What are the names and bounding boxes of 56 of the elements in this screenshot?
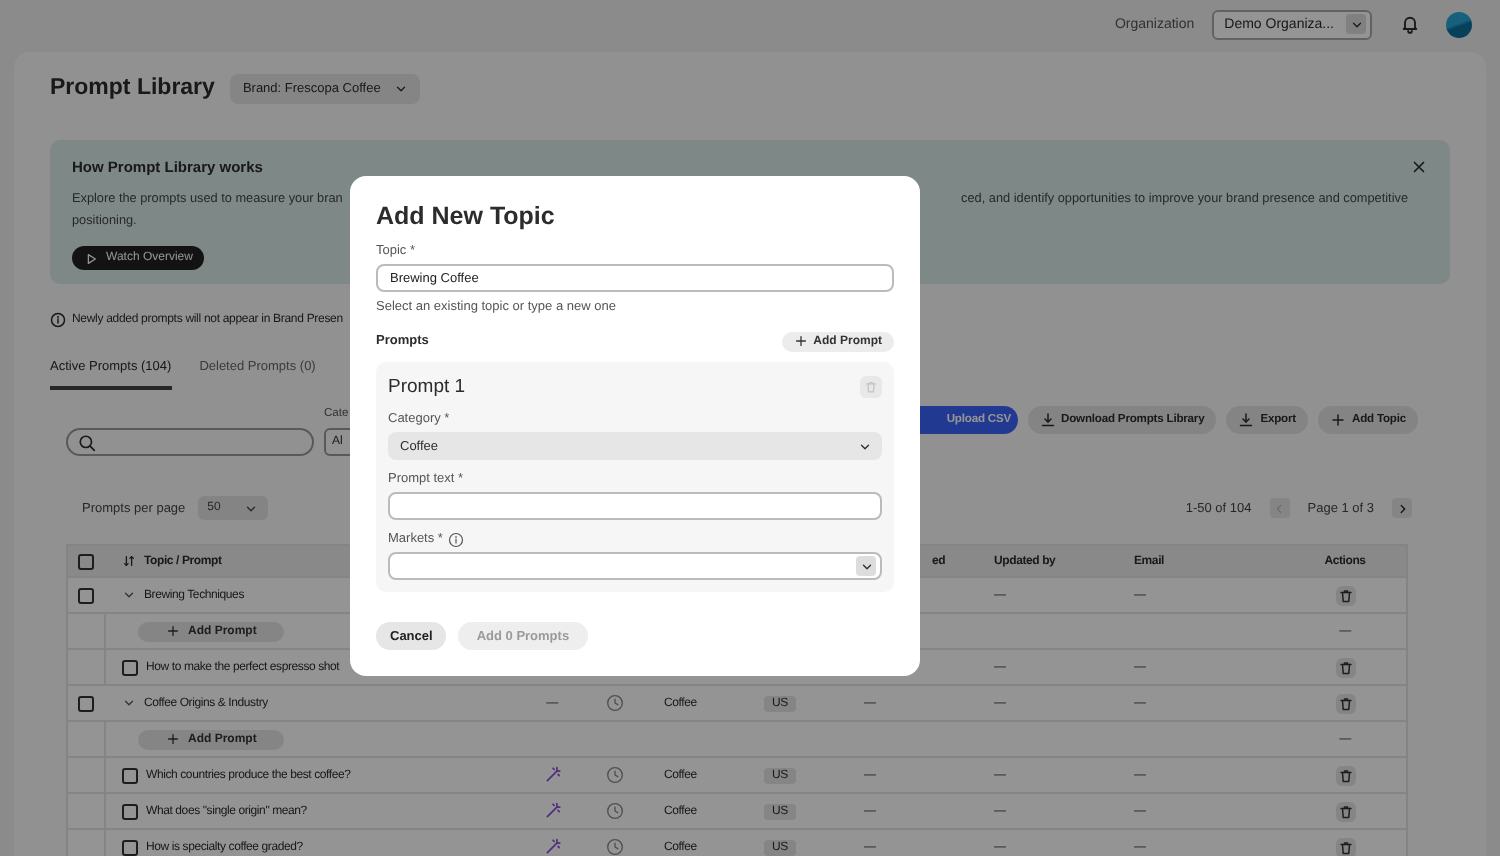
magic-wand-icon <box>543 838 561 856</box>
trash-icon <box>1337 587 1353 603</box>
delete-button[interactable] <box>1335 585 1355 605</box>
chevron-right-icon <box>1395 501 1409 515</box>
prompt-title: Prompt 1 <box>388 376 466 398</box>
search-field[interactable] <box>66 428 314 456</box>
trash-icon <box>1337 839 1353 855</box>
plus-icon <box>166 624 180 638</box>
clock-icon <box>606 694 624 712</box>
notification-bell-icon <box>1400 14 1420 34</box>
search-icon <box>78 433 96 451</box>
dialog-title: Add New Topic <box>376 200 557 232</box>
row-checkbox[interactable] <box>122 659 138 675</box>
plus-icon <box>1329 412 1346 428</box>
trash-icon <box>1337 659 1353 675</box>
chevron-down-icon <box>394 81 409 95</box>
download-icon <box>1238 412 1255 428</box>
play-icon <box>84 251 98 265</box>
user-avatar[interactable] <box>1446 11 1472 37</box>
delete-button[interactable] <box>1335 693 1355 713</box>
select-all-checkbox[interactable] <box>78 553 94 569</box>
delete-button[interactable] <box>1335 657 1355 677</box>
row-checkbox[interactable] <box>122 839 138 855</box>
next-page-button[interactable] <box>1392 498 1412 518</box>
delete-button[interactable] <box>1335 765 1355 785</box>
row-checkbox[interactable] <box>78 587 94 603</box>
chevron-down-icon <box>859 559 873 573</box>
row-checkbox[interactable] <box>122 767 138 783</box>
clock-icon <box>606 766 624 784</box>
row-checkbox[interactable] <box>122 803 138 819</box>
magic-wand-icon <box>543 766 561 784</box>
trash-icon <box>1337 803 1353 819</box>
chevron-left-icon <box>1272 501 1287 515</box>
prompt-text-field[interactable] <box>388 492 882 520</box>
trash-icon <box>1337 695 1353 711</box>
page-title: Prompt Library <box>50 76 215 100</box>
chevron-down-icon <box>122 696 136 710</box>
chevron-down-icon <box>858 439 872 453</box>
info-icon <box>448 531 465 547</box>
plus-icon <box>793 334 808 348</box>
download-icon <box>1039 412 1056 428</box>
row-checkbox[interactable] <box>78 695 94 711</box>
magic-wand-icon <box>543 802 561 820</box>
chevron-down-icon <box>122 588 136 602</box>
info-icon <box>50 312 66 328</box>
delete-button[interactable] <box>1335 837 1355 856</box>
clock-icon <box>606 802 624 820</box>
sort-icon <box>122 554 136 568</box>
chevron-down-icon <box>1349 17 1363 31</box>
chevron-down-icon <box>243 501 258 515</box>
clock-icon <box>606 838 624 856</box>
plus-icon <box>166 732 180 746</box>
delete-button[interactable] <box>1335 801 1355 821</box>
close-icon <box>1410 158 1428 176</box>
trash-icon <box>1337 767 1353 783</box>
trash-icon <box>864 380 878 394</box>
